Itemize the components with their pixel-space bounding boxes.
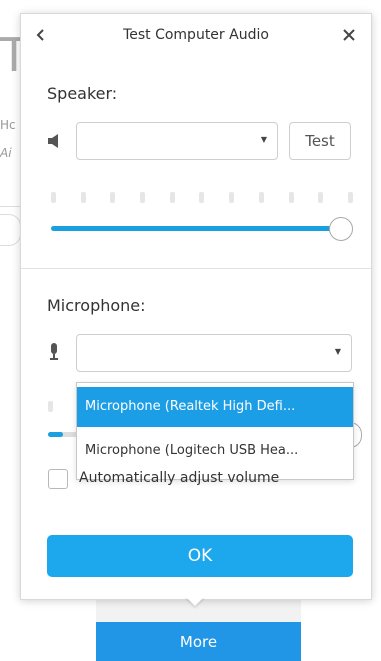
background-text-fragment: Ai	[0, 146, 12, 160]
background-text-fragment: Hc	[0, 118, 16, 132]
microphone-select[interactable]: ▼	[76, 334, 352, 372]
level-bar	[51, 192, 56, 203]
ok-button[interactable]: OK	[47, 535, 353, 577]
level-bar	[110, 192, 116, 203]
level-bar	[199, 192, 205, 203]
microphone-option[interactable]: Microphone (Realtek High Defi...	[77, 387, 353, 427]
more-button[interactable]: More	[96, 622, 301, 661]
dialog-title-bar: Test Computer Audio	[21, 14, 371, 58]
level-bar	[80, 192, 86, 203]
microphone-label: Microphone:	[47, 296, 146, 315]
speaker-volume-slider[interactable]	[51, 226, 353, 231]
level-bar	[258, 192, 264, 203]
level-bar	[140, 192, 146, 203]
speaker-volume-fill	[51, 226, 341, 231]
microphone-icon	[50, 343, 58, 360]
background-divider	[0, 206, 20, 207]
close-button[interactable]	[339, 24, 359, 46]
section-divider	[21, 268, 371, 269]
level-bar	[347, 192, 353, 203]
popover-arrow	[185, 596, 205, 606]
close-icon	[343, 29, 355, 41]
microphone-dropdown-list: Microphone (Realtek High Defi... Microph…	[76, 382, 354, 480]
level-bar	[169, 192, 175, 203]
level-bar	[318, 192, 324, 203]
microphone-level-bar	[48, 401, 53, 412]
speaker-volume-thumb[interactable]	[328, 217, 353, 241]
auto-adjust-checkbox[interactable]	[48, 469, 68, 489]
speaker-select[interactable]: ▼	[76, 122, 278, 160]
auto-adjust-label: Automatically adjust volume	[79, 470, 280, 486]
level-bar	[229, 192, 235, 203]
chevron-down-icon: ▼	[334, 347, 341, 356]
speaker-level-meter	[51, 192, 353, 204]
microphone-volume-fill	[48, 432, 64, 437]
speaker-label: Speaker:	[47, 84, 118, 103]
speaker-icon	[48, 134, 58, 148]
microphone-option[interactable]: Microphone (Logitech USB Hea...	[77, 431, 353, 471]
level-bar	[288, 192, 294, 203]
chevron-down-icon: ▼	[260, 135, 267, 144]
dialog-title: Test Computer Audio	[123, 27, 269, 43]
test-audio-dialog: Test Computer Audio Speaker: ▼ Test Micr…	[20, 13, 372, 600]
background-control	[0, 214, 21, 246]
test-speaker-button[interactable]: Test	[289, 122, 351, 160]
